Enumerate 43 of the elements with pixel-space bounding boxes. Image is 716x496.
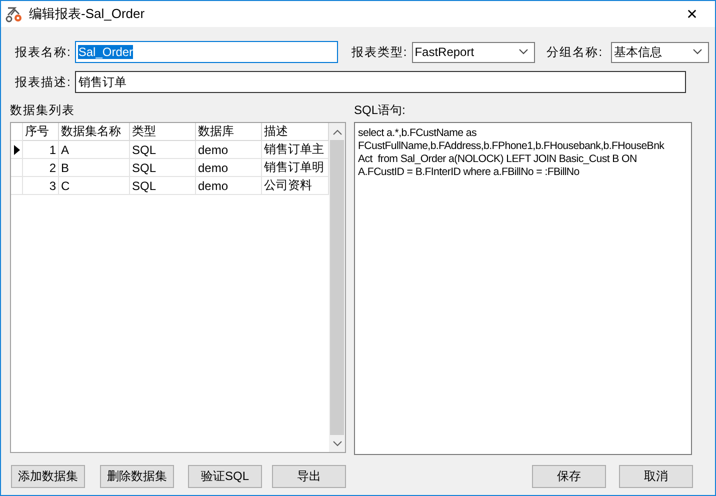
window-title: 编辑报表-Sal_Order xyxy=(29,5,146,23)
scroll-down-icon[interactable] xyxy=(332,440,342,446)
table-cell: B xyxy=(59,159,130,177)
table-cell: demo xyxy=(196,141,262,159)
chevron-down-icon xyxy=(518,49,528,55)
chevron-down-icon xyxy=(693,49,702,55)
table-cell: 1 xyxy=(23,141,59,159)
field-label: 报表描述: xyxy=(15,74,72,90)
action-button[interactable]: 添加数据集 xyxy=(11,465,85,488)
action-button[interactable]: 删除数据集 xyxy=(100,465,174,488)
close-button[interactable]: ✕ xyxy=(669,1,715,27)
input-field[interactable]: Sal_Order xyxy=(75,41,338,63)
table-cell: SQL xyxy=(130,141,196,159)
field-label: 报表名称: xyxy=(15,44,72,60)
column-header[interactable]: 数据集名称 xyxy=(59,123,130,141)
table-cell: demo xyxy=(196,177,262,195)
sql-text-area[interactable]: select a.*,b.FCustName as FCustFullName,b.FAddress,b.FPhone1,b.FHousebank,b.FHouseBnk Act from Sal_Order a(NOLOCK) LEFT JOIN Basic_Cust B ON A.FCustID = B.FInterID where a.FBillNo = :FBillNo xyxy=(354,122,692,455)
column-header[interactable]: 序号 xyxy=(23,123,59,141)
input-field[interactable]: 销售订单 xyxy=(75,71,686,93)
app-icon xyxy=(5,5,23,23)
row-indicator[interactable] xyxy=(11,141,23,159)
scroll-up-icon[interactable] xyxy=(332,128,342,134)
current-row-icon xyxy=(14,144,20,154)
field-label: 分组名称: xyxy=(546,44,604,60)
dropdown[interactable]: FastReport xyxy=(412,42,535,62)
action-button[interactable]: 保存 xyxy=(532,465,606,488)
action-button[interactable]: 验证SQL xyxy=(188,465,262,488)
section-label: 数据集列表 xyxy=(10,102,76,116)
table-cell: C xyxy=(59,177,130,195)
action-button[interactable]: 取消 xyxy=(619,465,693,488)
table-cell: A xyxy=(59,141,130,159)
table-cell: 3 xyxy=(23,177,59,195)
table-cell: 2 xyxy=(23,159,59,177)
action-button[interactable]: 导出 xyxy=(272,465,346,488)
table-cell: SQL xyxy=(130,159,196,177)
field-label: 报表类型: xyxy=(351,44,408,60)
dropdown[interactable]: 基本信息 xyxy=(611,42,710,62)
column-header[interactable]: 数据库 xyxy=(196,123,262,141)
table-cell: demo xyxy=(196,159,262,177)
vertical-scrollbar[interactable] xyxy=(329,123,345,452)
column-header[interactable]: 类型 xyxy=(130,123,196,141)
section-label: SQL语句: xyxy=(354,102,406,116)
table-cell: SQL xyxy=(130,177,196,195)
